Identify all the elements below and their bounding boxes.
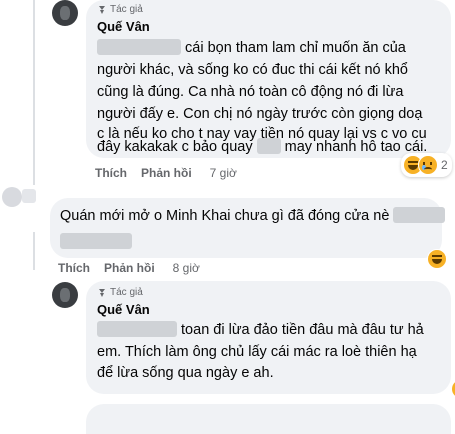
haha-reaction-icon[interactable] <box>451 379 455 399</box>
comment-time[interactable]: 8 giờ <box>173 261 200 275</box>
comment-line: Quán mới mở o Minh Khai chưa gì đã đóng … <box>60 206 446 228</box>
comment-author-name[interactable]: Quế Vân <box>97 302 150 317</box>
comment-line: cái bọn tham lam chỉ muốn ăn của <box>97 38 406 60</box>
author-badge: Tác giả <box>97 4 143 15</box>
avatar[interactable] <box>52 0 78 26</box>
blurred-mention <box>60 233 132 249</box>
author-badge-icon <box>99 5 105 14</box>
comment-line: cũng là đúng. Ca nhà nó toàn cô động nó … <box>97 84 404 100</box>
sad-reaction-icon <box>418 155 438 175</box>
author-badge-icon <box>99 288 105 297</box>
author-badge-label: Tác giả <box>110 287 143 298</box>
reply-button[interactable]: Phản hồi <box>104 261 155 275</box>
reply-button[interactable]: Phản hồi <box>141 166 192 180</box>
comment-line: em. Thích làm ông chủ lấy cái mác ra loè… <box>97 344 417 360</box>
author-badge-label: Tác giả <box>110 4 143 15</box>
comment-line: để lừa sống qua ngày e ah. <box>97 365 274 381</box>
blurred-mention <box>97 38 181 55</box>
next-comment-bubble <box>86 404 451 434</box>
comment-line: đây kakakak c bảo quay may nhanh hô tao … <box>97 137 428 155</box>
author-badge: Tác giả <box>97 287 143 298</box>
comment-line: người khác, và sống ko có đuc thi cái kế… <box>97 62 408 78</box>
like-button[interactable]: Thích <box>95 166 127 180</box>
comment-line: người đấy e. Con chị nó ngày trước còn g… <box>97 106 423 122</box>
avatar-blur <box>22 189 36 203</box>
comment-actions: Thích Phản hồi 7 giờ <box>95 166 237 180</box>
avatar[interactable] <box>2 187 22 207</box>
comment-line: toan đi lừa đảo tiền đâu mà đâu tư hả <box>97 320 424 342</box>
comment-actions: Thích Phản hồi 8 giờ <box>58 261 200 275</box>
reaction-summary[interactable]: 2 <box>401 153 452 177</box>
blurred-mention <box>393 206 446 223</box>
blurred-word <box>256 137 281 154</box>
like-button[interactable]: Thích <box>58 261 90 275</box>
blurred-mention <box>97 320 177 337</box>
comment-author-name[interactable]: Quế Vân <box>97 19 150 34</box>
reaction-count: 2 <box>441 158 448 172</box>
thread-line <box>33 0 35 185</box>
avatar[interactable] <box>52 282 78 308</box>
thread-line-2 <box>33 232 35 270</box>
comment-time[interactable]: 7 giờ <box>210 166 237 180</box>
haha-reaction-icon[interactable] <box>427 249 447 269</box>
